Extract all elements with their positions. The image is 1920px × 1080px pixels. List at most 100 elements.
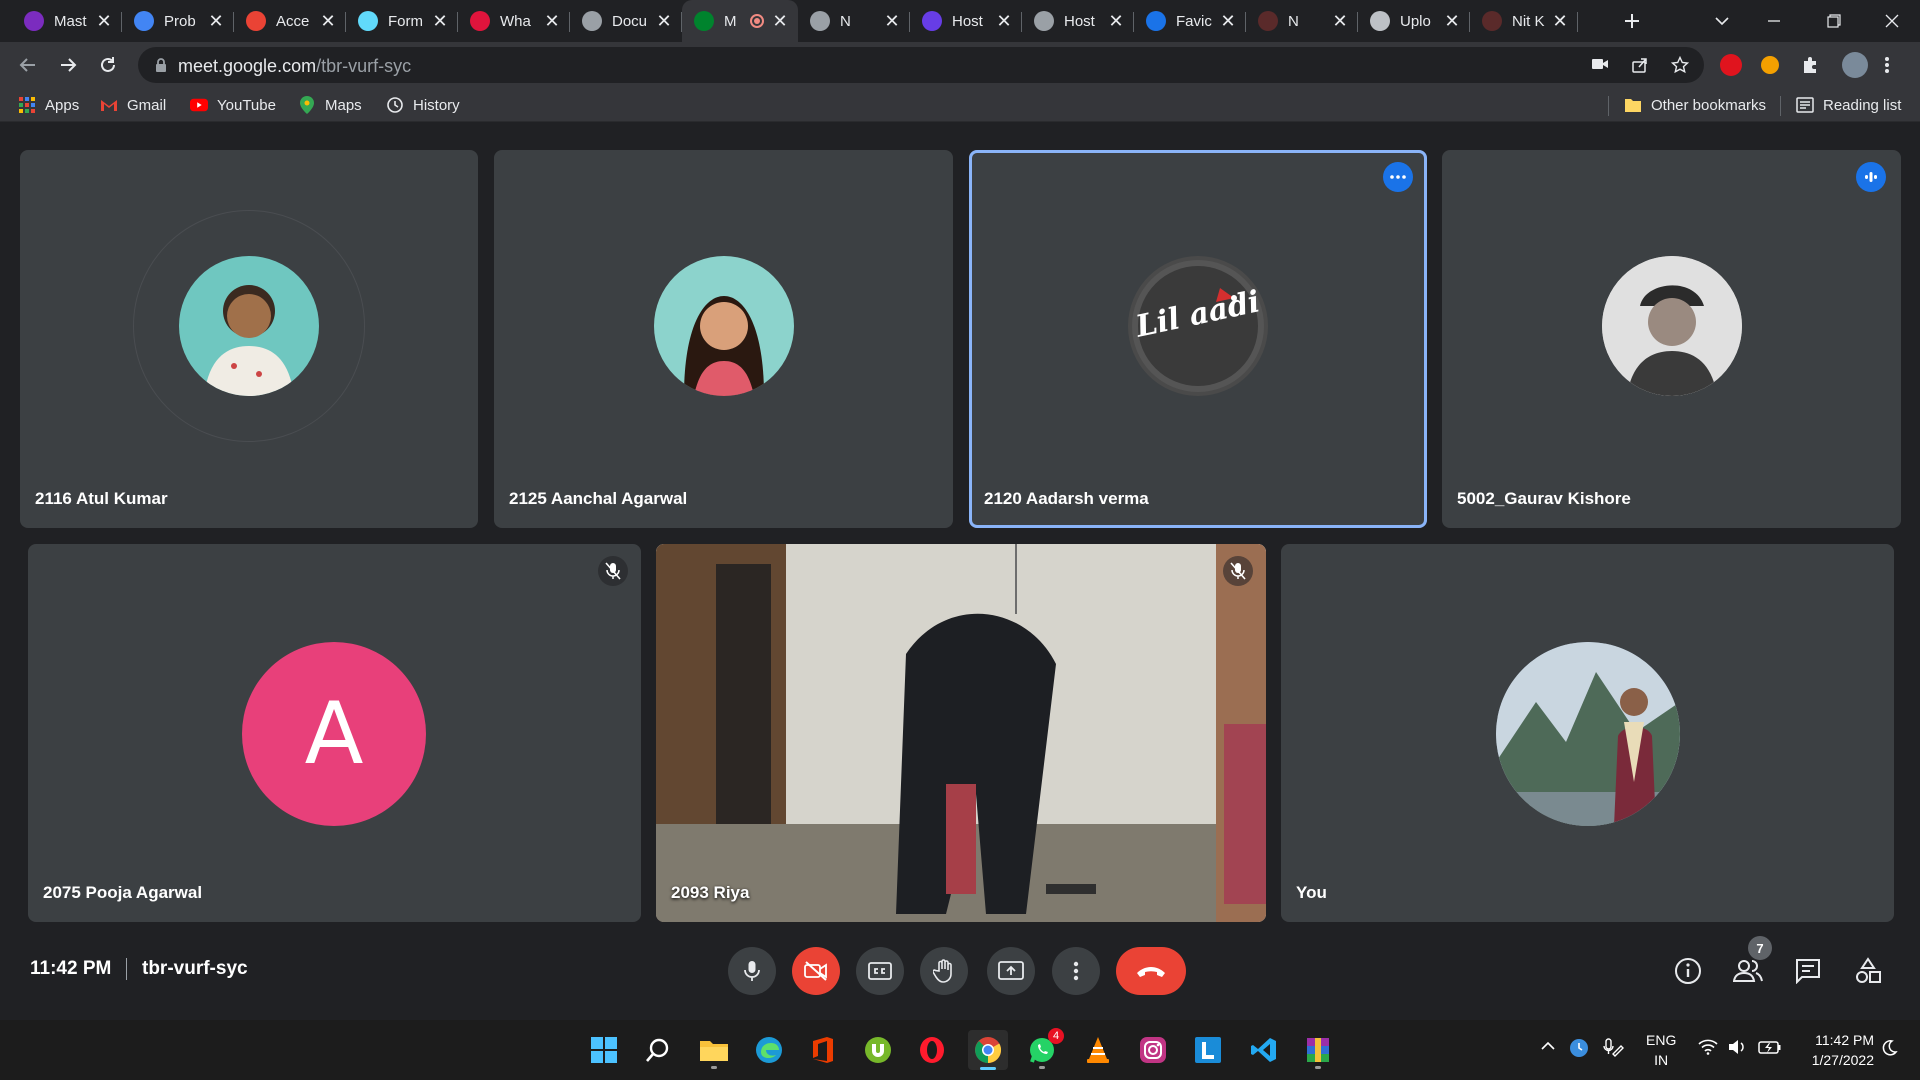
close-window-button[interactable]: [1864, 0, 1920, 42]
close-tab-icon[interactable]: ✕: [1550, 11, 1570, 32]
close-tab-icon[interactable]: ✕: [1442, 11, 1462, 32]
show-hidden-icons-button[interactable]: [1540, 1038, 1556, 1054]
lock-icon[interactable]: [152, 56, 170, 74]
youtube-icon: [190, 96, 208, 114]
close-tab-icon[interactable]: ✕: [318, 11, 338, 32]
participant-tile[interactable]: 2125 Aanchal Agarwal: [494, 150, 953, 528]
forward-button[interactable]: [52, 49, 84, 81]
adblock-extension-icon[interactable]: [1720, 54, 1742, 76]
vlc-icon[interactable]: [1078, 1030, 1118, 1070]
wifi-icon[interactable]: [1698, 1039, 1718, 1058]
share-icon[interactable]: [1630, 56, 1650, 76]
file-explorer-icon[interactable]: [694, 1030, 734, 1070]
browser-tab[interactable]: Form ✕: [346, 0, 458, 42]
l-app-icon[interactable]: [1188, 1030, 1228, 1070]
close-tab-icon[interactable]: ✕: [1330, 11, 1350, 32]
tab-search-button[interactable]: [1694, 0, 1750, 42]
other-bookmarks-folder[interactable]: Other bookmarks: [1624, 94, 1766, 116]
more-options-icon[interactable]: [1383, 162, 1413, 192]
volume-icon[interactable]: [1728, 1039, 1748, 1058]
chrome-icon[interactable]: [968, 1030, 1008, 1070]
participant-tile[interactable]: 2116 Atul Kumar: [20, 150, 478, 528]
windows-start-icon[interactable]: [584, 1030, 624, 1070]
gmail-icon: [246, 11, 266, 31]
close-tab-icon[interactable]: ✕: [1106, 11, 1126, 32]
vscode-icon[interactable]: [1244, 1030, 1284, 1070]
close-tab-icon[interactable]: ✕: [430, 11, 450, 32]
edge-icon[interactable]: [749, 1030, 789, 1070]
close-tab-icon[interactable]: ✕: [994, 11, 1014, 32]
browser-tab[interactable]: Uplo ✕: [1358, 0, 1470, 42]
close-tab-icon[interactable]: ✕: [206, 11, 226, 32]
search-icon[interactable]: [638, 1030, 678, 1070]
meeting-code: tbr-vurf-syc: [142, 958, 248, 979]
instagram-icon[interactable]: [1133, 1030, 1173, 1070]
microphone-button[interactable]: [728, 947, 776, 995]
more-options-button[interactable]: [1052, 947, 1100, 995]
browser-tab[interactable]: Host ✕: [1022, 0, 1134, 42]
captions-button[interactable]: [856, 947, 904, 995]
restore-button[interactable]: [1806, 0, 1862, 42]
reload-button[interactable]: [92, 49, 124, 81]
chrome-menu-icon[interactable]: [1884, 54, 1892, 76]
activities-button[interactable]: [1850, 953, 1886, 989]
browser-tab[interactable]: Wha ✕: [458, 0, 570, 42]
participant-video-tile[interactable]: 2093 Riya: [656, 544, 1266, 922]
present-screen-button[interactable]: [987, 947, 1035, 995]
browser-tab[interactable]: M ✕: [682, 0, 798, 42]
participant-tile[interactable]: 5002_Gaurav Kishore: [1442, 150, 1901, 528]
battery-charging-icon[interactable]: [1758, 1039, 1782, 1058]
address-bar[interactable]: meet.google.com/tbr-vurf-syc: [138, 47, 1704, 83]
bookmark-history[interactable]: History: [386, 94, 460, 116]
camera-in-use-icon[interactable]: [1590, 56, 1610, 76]
utorrent-icon[interactable]: [858, 1030, 898, 1070]
browser-tab[interactable]: Prob ✕: [122, 0, 234, 42]
browser-tab[interactable]: Mast ✕: [12, 0, 122, 42]
info-icon: [1675, 958, 1701, 984]
close-tab-icon[interactable]: ✕: [94, 11, 114, 32]
close-tab-icon[interactable]: ✕: [882, 11, 902, 32]
fire-extension-icon[interactable]: [1761, 56, 1779, 74]
browser-tab[interactable]: Host ✕: [910, 0, 1022, 42]
pen-mic-tray-icon[interactable]: [1603, 1038, 1625, 1061]
office-icon[interactable]: [803, 1030, 843, 1070]
extensions-puzzle-icon[interactable]: [1800, 54, 1822, 76]
close-tab-icon[interactable]: ✕: [542, 11, 562, 32]
clock-app-tray-icon[interactable]: [1569, 1038, 1589, 1061]
input-language-indicator[interactable]: ENG IN: [1646, 1030, 1676, 1070]
bookmark-gmail[interactable]: Gmail: [100, 94, 166, 116]
globe-icon: [810, 11, 830, 31]
reading-list-button[interactable]: Reading list: [1796, 94, 1901, 116]
chat-button[interactable]: [1790, 953, 1826, 989]
bookmark-youtube[interactable]: YouTube: [190, 94, 276, 116]
browser-tab[interactable]: Docu ✕: [570, 0, 682, 42]
close-tab-icon[interactable]: ✕: [1218, 11, 1238, 32]
avatar: [1496, 642, 1680, 826]
opera-icon[interactable]: [912, 1030, 952, 1070]
participant-tile-active-speaker[interactable]: Lil aadi 2120 Aadarsh verma: [969, 150, 1427, 528]
leave-call-button[interactable]: [1116, 947, 1186, 995]
bookmark-apps[interactable]: Apps: [18, 94, 79, 116]
bookmark-maps[interactable]: Maps: [298, 94, 362, 116]
camera-off-button[interactable]: [792, 947, 840, 995]
browser-tab[interactable]: N ✕: [1246, 0, 1358, 42]
browser-tab[interactable]: Acce ✕: [234, 0, 346, 42]
system-clock[interactable]: 11:42 PM 1/27/2022: [1796, 1030, 1874, 1070]
winrar-icon[interactable]: [1298, 1030, 1338, 1070]
profile-avatar[interactable]: [1842, 52, 1868, 78]
browser-tab[interactable]: N ✕: [798, 0, 910, 42]
raise-hand-button[interactable]: [920, 947, 968, 995]
new-tab-button[interactable]: [1604, 0, 1660, 42]
participant-tile-self[interactable]: You: [1281, 544, 1894, 922]
bookmark-star-icon[interactable]: [1670, 55, 1690, 76]
close-tab-icon[interactable]: ✕: [654, 11, 674, 32]
browser-tab[interactable]: Favic ✕: [1134, 0, 1246, 42]
gmail-icon: [100, 96, 118, 114]
browser-tab[interactable]: Nit K ✕: [1470, 0, 1578, 42]
meeting-details-button[interactable]: [1670, 953, 1706, 989]
minimize-button[interactable]: [1746, 0, 1802, 42]
close-tab-icon[interactable]: ✕: [770, 11, 790, 32]
participant-tile[interactable]: A 2075 Pooja Agarwal: [28, 544, 641, 922]
focus-assist-icon[interactable]: [1880, 1039, 1898, 1060]
back-button[interactable]: [12, 49, 44, 81]
